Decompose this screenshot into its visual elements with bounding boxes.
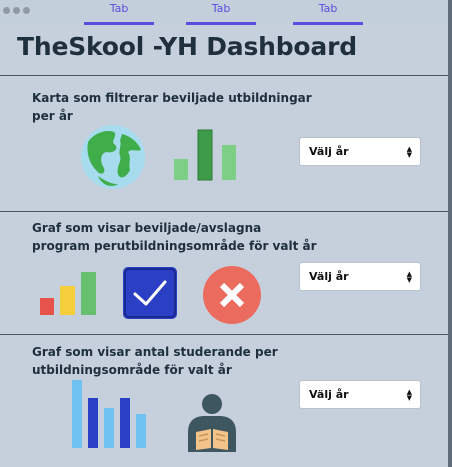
reader-icon bbox=[188, 394, 236, 452]
select-arrows-icon: ▲ ▼ bbox=[406, 145, 412, 159]
section-divider bbox=[0, 334, 448, 335]
window-dot[interactable] bbox=[3, 7, 10, 14]
window-controls bbox=[3, 7, 30, 14]
year-select-value: Välj år bbox=[309, 388, 349, 401]
tab-1[interactable]: Tab bbox=[84, 0, 154, 25]
bar-chart-icon bbox=[40, 272, 96, 315]
window-dot[interactable] bbox=[13, 7, 20, 14]
globe-icon bbox=[81, 125, 145, 189]
app-window: Tab Tab Tab TheSkool -YH Dashboard Karta… bbox=[0, 0, 452, 467]
year-select-3[interactable]: Välj år ▲ ▼ bbox=[299, 380, 421, 409]
bar-chart-icon bbox=[174, 129, 236, 181]
checkmark-icon bbox=[123, 267, 177, 319]
section-divider bbox=[0, 211, 448, 212]
page-title: TheSkool -YH Dashboard bbox=[17, 32, 357, 61]
section-3-label: Graf som visar antal studerande per utbi… bbox=[32, 345, 278, 377]
select-arrows-icon: ▲ ▼ bbox=[406, 388, 412, 402]
section-1-label: Karta som filtrerar beviljade utbildning… bbox=[32, 91, 312, 123]
tab-3[interactable]: Tab bbox=[293, 0, 363, 25]
title-bar: Tab Tab Tab bbox=[0, 0, 448, 25]
tab-2[interactable]: Tab bbox=[186, 0, 256, 25]
bar-chart-icon bbox=[72, 380, 146, 448]
section-2-label: Graf som visar beviljade/avslagna progra… bbox=[32, 221, 317, 253]
year-select-1[interactable]: Välj år ▲ ▼ bbox=[299, 137, 421, 166]
year-select-value: Välj år bbox=[309, 145, 349, 158]
cross-icon bbox=[203, 266, 261, 324]
select-arrows-icon: ▲ ▼ bbox=[406, 270, 412, 284]
section-divider bbox=[0, 75, 448, 76]
year-select-value: Välj år bbox=[309, 270, 349, 283]
year-select-2[interactable]: Välj år ▲ ▼ bbox=[299, 262, 421, 291]
window-dot[interactable] bbox=[23, 7, 30, 14]
